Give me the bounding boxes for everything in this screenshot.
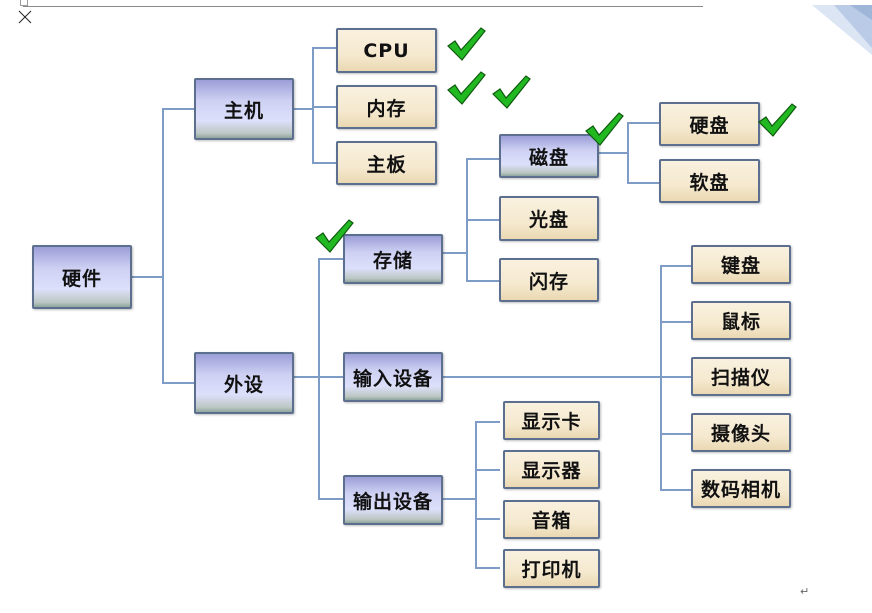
node-motherboard[interactable]: 主板 bbox=[336, 141, 437, 185]
check-icon bbox=[492, 75, 531, 109]
node-hard-disk[interactable]: 硬盘 bbox=[659, 102, 760, 146]
node-cpu[interactable]: CPU bbox=[336, 28, 437, 73]
header-rule bbox=[23, 6, 703, 7]
node-keyboard[interactable]: 键盘 bbox=[691, 245, 791, 284]
check-icon bbox=[315, 219, 354, 253]
node-digital-camera[interactable]: 数码相机 bbox=[691, 469, 791, 508]
node-graphics-card[interactable]: 显示卡 bbox=[503, 401, 600, 440]
check-icon bbox=[758, 103, 797, 137]
node-monitor[interactable]: 显示器 bbox=[503, 450, 600, 489]
node-camera[interactable]: 摄像头 bbox=[691, 413, 791, 452]
node-printer[interactable]: 打印机 bbox=[503, 549, 600, 588]
node-scanner[interactable]: 扫描仪 bbox=[691, 357, 791, 396]
node-output-devices[interactable]: 输出设备 bbox=[343, 475, 443, 525]
node-floppy-disk[interactable]: 软盘 bbox=[659, 159, 760, 203]
paragraph-mark: ↵ bbox=[800, 585, 810, 598]
close-icon[interactable] bbox=[18, 10, 32, 24]
node-memory[interactable]: 内存 bbox=[336, 85, 437, 129]
node-hardware[interactable]: 硬件 bbox=[32, 245, 132, 309]
node-optical-disk[interactable]: 光盘 bbox=[499, 196, 599, 241]
corner-decoration bbox=[812, 5, 872, 55]
check-icon bbox=[447, 71, 486, 105]
node-peripheral[interactable]: 外设 bbox=[194, 352, 294, 414]
node-speaker[interactable]: 音箱 bbox=[503, 500, 600, 539]
check-icon bbox=[447, 27, 486, 61]
node-storage[interactable]: 存储 bbox=[343, 234, 443, 284]
node-mouse[interactable]: 鼠标 bbox=[691, 301, 791, 340]
check-icon bbox=[585, 112, 624, 146]
node-flash[interactable]: 闪存 bbox=[499, 258, 599, 302]
node-host[interactable]: 主机 bbox=[194, 78, 294, 140]
node-input-devices[interactable]: 输入设备 bbox=[343, 352, 443, 402]
